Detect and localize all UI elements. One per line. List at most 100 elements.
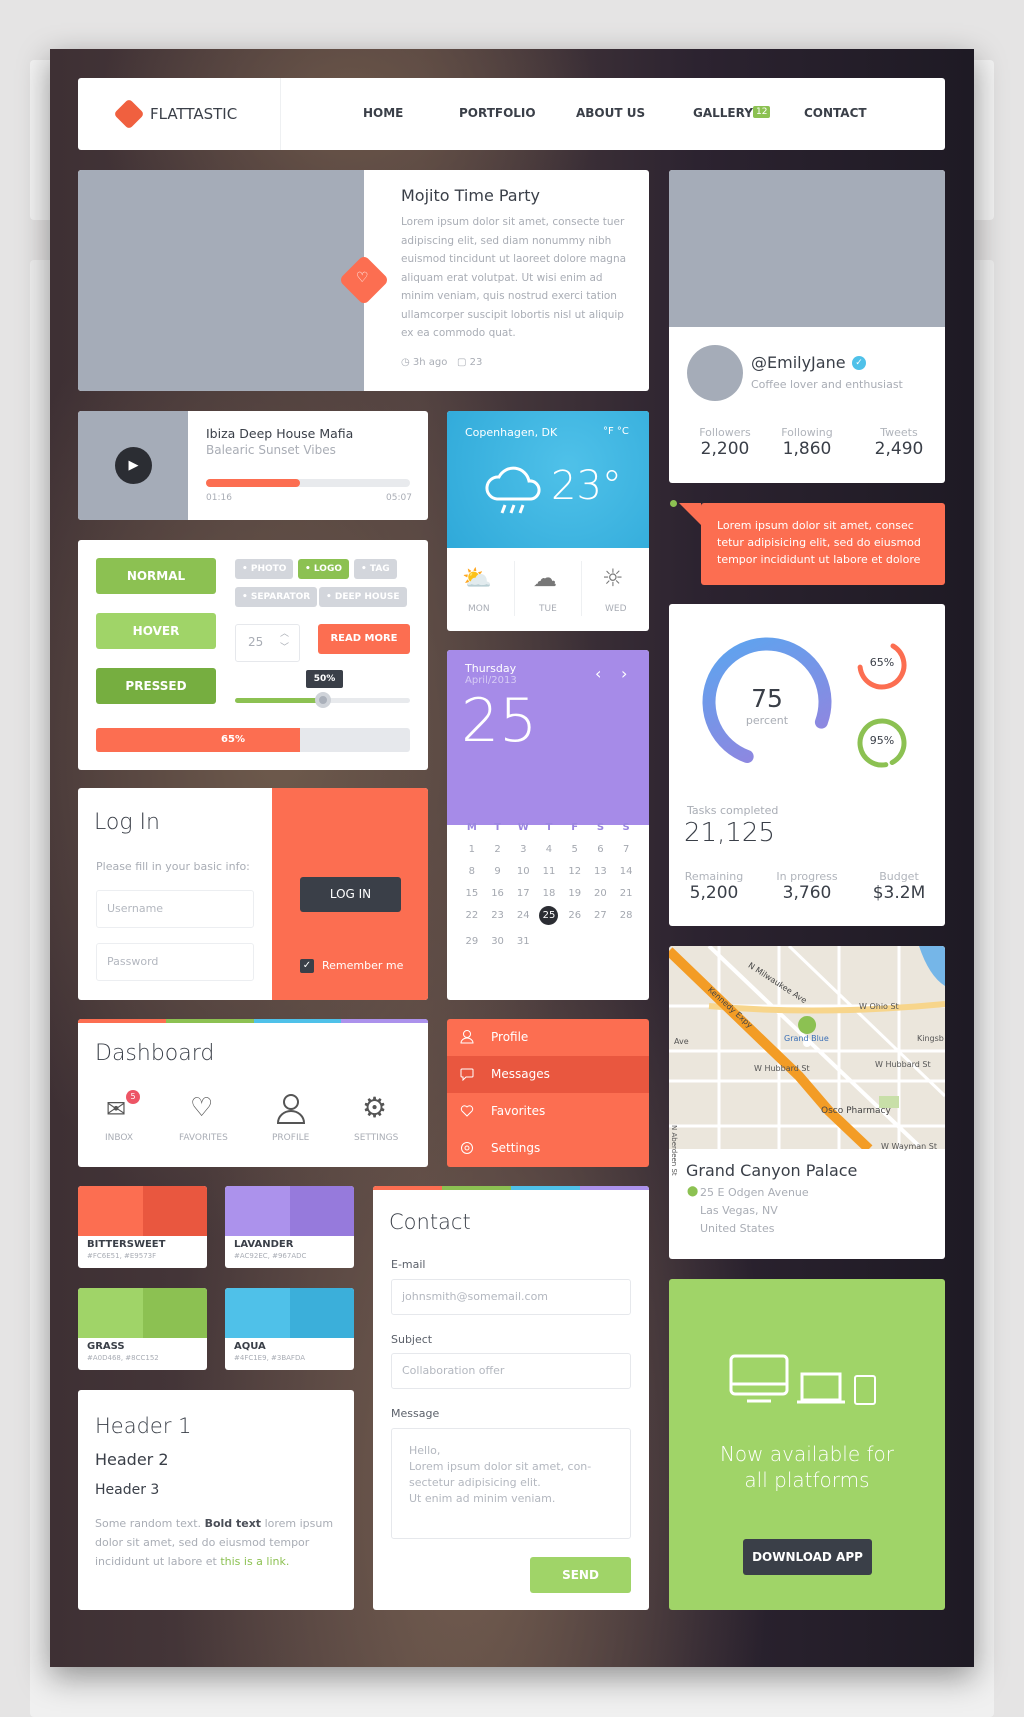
calendar-day-cell[interactable]: 23 bbox=[485, 910, 511, 925]
calendar-day-cell[interactable]: 16 bbox=[485, 888, 511, 899]
calendar-day-cell[interactable]: 29 bbox=[459, 936, 485, 947]
dashboard-title: Dashboard bbox=[95, 1041, 215, 1066]
contact-form: Contact E-mail johnsmith@somemail.com Su… bbox=[373, 1186, 649, 1610]
remember-checkbox[interactable]: ✓ bbox=[300, 959, 314, 973]
map[interactable] bbox=[669, 946, 945, 1149]
read-more-button[interactable]: READ MORE bbox=[318, 624, 410, 654]
accent-strip bbox=[511, 1186, 580, 1190]
logo-text[interactable]: FLATTASTIC bbox=[150, 105, 237, 123]
button-hover[interactable]: HOVER bbox=[96, 613, 216, 649]
profile-handle[interactable]: @EmilyJane bbox=[751, 353, 846, 372]
avatar[interactable] bbox=[687, 345, 743, 401]
calendar-day-cell[interactable]: 24 bbox=[510, 910, 536, 925]
calendar-day-cell[interactable]: 5 bbox=[562, 844, 588, 855]
menu-item-favorites[interactable]: Favorites bbox=[447, 1093, 649, 1130]
calendar-day-cell[interactable]: 27 bbox=[588, 910, 614, 925]
track-subtitle: Balearic Sunset Vibes bbox=[206, 443, 336, 457]
dashboard-settings-label[interactable]: SETTINGS bbox=[354, 1133, 398, 1143]
calendar-day-cell[interactable]: 30 bbox=[485, 936, 511, 947]
calendar-day-cell[interactable]: 26 bbox=[562, 910, 588, 925]
calendar-day-cell[interactable]: 19 bbox=[562, 888, 588, 899]
calendar-widget: Thursday April/2013 25 ‹ › MTWTFSS123456… bbox=[447, 650, 649, 1000]
track-progress[interactable] bbox=[206, 479, 410, 487]
slider[interactable] bbox=[235, 692, 410, 708]
swatch-codes: #FC6E51, #E9573F bbox=[87, 1252, 157, 1260]
next-month-button[interactable]: › bbox=[621, 664, 627, 683]
swatch-bittersweet: BITTERSWEET #FC6E51, #E9573F bbox=[78, 1186, 207, 1268]
heart-icon[interactable]: ♡ bbox=[190, 1093, 213, 1123]
calendar-day-cell[interactable]: 9 bbox=[485, 866, 511, 877]
button-pressed[interactable]: PRESSED bbox=[96, 668, 216, 704]
calendar-day-cell[interactable]: 18 bbox=[536, 888, 562, 899]
download-app-button[interactable]: DOWNLOAD APP bbox=[743, 1539, 872, 1575]
calendar-day-cell[interactable]: 20 bbox=[588, 888, 614, 899]
login-button[interactable]: LOG IN bbox=[300, 877, 401, 912]
calendar-day-cell[interactable]: 12 bbox=[562, 866, 588, 877]
user-icon[interactable] bbox=[276, 1093, 306, 1125]
calendar-day-cell[interactable]: 3 bbox=[510, 844, 536, 855]
calendar-day-cell[interactable]: 22 bbox=[459, 910, 485, 925]
tag-separator[interactable]: • SEPARATOR bbox=[235, 587, 318, 607]
play-button[interactable]: ▶ bbox=[115, 447, 152, 484]
calendar-day-cell[interactable]: 11 bbox=[536, 866, 562, 877]
email-field[interactable]: johnsmith@somemail.com bbox=[391, 1279, 631, 1315]
tag-deep-house[interactable]: • DEEP HOUSE bbox=[319, 587, 407, 607]
swatch-color bbox=[142, 1288, 207, 1338]
dashboard-profile-label[interactable]: PROFILE bbox=[272, 1133, 309, 1143]
calendar-day-cell[interactable]: 6 bbox=[588, 844, 614, 855]
slider-handle[interactable] bbox=[314, 692, 331, 708]
calendar-day-cell[interactable]: 2 bbox=[485, 844, 511, 855]
stat-followers: Followers 2,200 bbox=[685, 426, 765, 459]
swatch-codes: #4FC1E9, #3BAFDA bbox=[234, 1354, 306, 1362]
calendar-day-cell[interactable]: 21 bbox=[613, 888, 639, 899]
map-label: W Hubbard St bbox=[754, 1064, 810, 1073]
calendar-day-cell[interactable]: 14 bbox=[613, 866, 639, 877]
subject-field[interactable]: Collaboration offer bbox=[391, 1353, 631, 1389]
mail-icon[interactable]: ✉ bbox=[106, 1095, 126, 1123]
calendar-day-cell[interactable]: 31 bbox=[510, 936, 536, 947]
calendar-day-cell[interactable]: 1 bbox=[459, 844, 485, 855]
username-input[interactable]: Username bbox=[96, 890, 254, 928]
tag-logo[interactable]: • LOGO bbox=[298, 559, 349, 579]
calendar-day-cell[interactable]: 17 bbox=[510, 888, 536, 899]
swatch-color bbox=[78, 1288, 143, 1338]
send-button[interactable]: SEND bbox=[530, 1557, 631, 1593]
gear-icon[interactable]: ⚙ bbox=[362, 1091, 387, 1124]
accent-strip bbox=[341, 1019, 428, 1023]
nav-gallery[interactable]: GALLERY bbox=[693, 106, 753, 120]
number-stepper[interactable]: 25 ︿ ﹀ bbox=[235, 624, 300, 662]
swatch-name: LAVANDER bbox=[234, 1239, 294, 1250]
dashboard-inbox-label[interactable]: INBOX bbox=[105, 1133, 133, 1143]
comment-count[interactable]: 23 bbox=[470, 357, 483, 368]
tag-photo[interactable]: • PHOTO bbox=[235, 559, 294, 579]
button-normal[interactable]: NORMAL bbox=[96, 558, 216, 594]
calendar-day-cell[interactable]: 10 bbox=[510, 866, 536, 877]
nav-about-us[interactable]: ABOUT US bbox=[576, 106, 645, 120]
menu-item-profile[interactable]: Profile bbox=[447, 1019, 649, 1056]
swatch-name: GRASS bbox=[87, 1341, 125, 1352]
unit-toggle[interactable]: °F °C bbox=[603, 426, 629, 437]
sun-icon: ☼ bbox=[602, 564, 624, 592]
nav-contact[interactable]: CONTACT bbox=[804, 106, 867, 120]
calendar-day-cell[interactable]: 25 bbox=[539, 906, 559, 925]
nav-portfolio[interactable]: PORTFOLIO bbox=[459, 106, 536, 120]
calendar-day-cell[interactable]: 8 bbox=[459, 866, 485, 877]
dashboard-favorites-label[interactable]: FAVORITES bbox=[179, 1133, 228, 1143]
calendar-day-cell[interactable]: 13 bbox=[588, 866, 614, 877]
calendar-day-cell[interactable]: 7 bbox=[613, 844, 639, 855]
menu-item-messages[interactable]: Messages bbox=[447, 1056, 649, 1093]
address-line: United States bbox=[700, 1222, 775, 1235]
prev-month-button[interactable]: ‹ bbox=[595, 664, 601, 683]
password-input[interactable]: Password bbox=[96, 943, 254, 981]
profile-bio: Coffee lover and enthusiast bbox=[751, 378, 903, 391]
calendar-day-cell[interactable]: 28 bbox=[613, 910, 639, 925]
message-field[interactable]: Hello, Lorem ipsum dolor sit amet, con- … bbox=[391, 1428, 631, 1539]
calendar-day-cell[interactable]: 15 bbox=[459, 888, 485, 899]
weather-widget: Copenhagen, DK °F °C 23° ⛅ ☁ ☼ MON TUE W… bbox=[447, 411, 649, 631]
calendar-day-cell[interactable]: 4 bbox=[536, 844, 562, 855]
nav-home[interactable]: HOME bbox=[363, 106, 403, 120]
tag-tag[interactable]: • TAG bbox=[354, 559, 397, 579]
menu-item-settings[interactable]: Settings bbox=[447, 1130, 649, 1167]
sample-link[interactable]: this is a link. bbox=[220, 1555, 289, 1568]
stepper-arrows-icon[interactable]: ︿ ﹀ bbox=[280, 627, 289, 655]
